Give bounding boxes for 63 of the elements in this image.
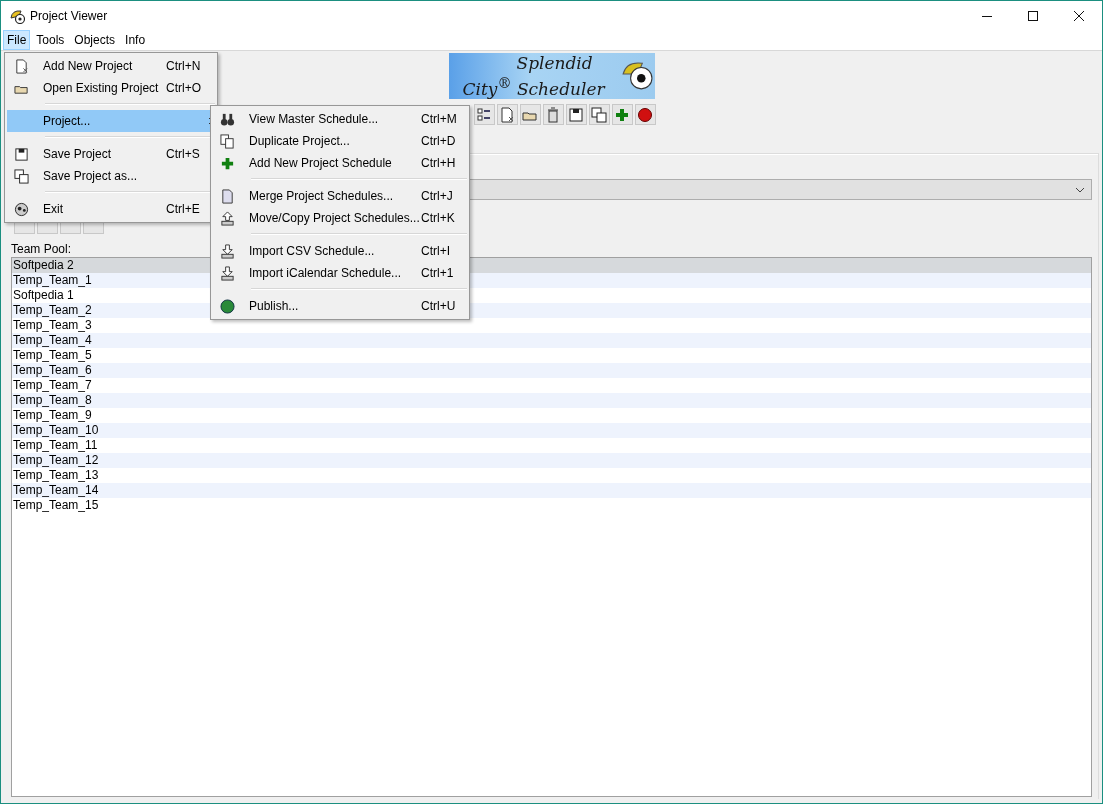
menu-item[interactable]: Move/Copy Project Schedules...Ctrl+K [213, 207, 467, 229]
new-document-icon [499, 106, 515, 123]
team-list-item[interactable]: Softpedia 2 [13, 258, 74, 272]
stop-button[interactable] [634, 104, 656, 125]
document-icon [219, 188, 235, 204]
trash-icon [545, 106, 561, 123]
menu-item[interactable]: Duplicate Project... Ctrl+D [213, 130, 467, 152]
plus-icon [219, 155, 235, 171]
menu-item[interactable]: Add New Project Ctrl+N [7, 55, 215, 77]
logo-text: City$^{®}$ Scheduler [462, 74, 605, 99]
team-list-item[interactable]: Temp_Team_10 [13, 423, 99, 437]
chevron-down-icon [1075, 186, 1085, 193]
team-list-item[interactable]: Temp_Team_4 [13, 333, 92, 347]
folder-button[interactable] [519, 104, 541, 125]
binoculars-icon [219, 111, 235, 127]
team-list-item[interactable]: Temp_Team_12 [13, 453, 99, 467]
menu-bar-item[interactable]: Objects [70, 30, 120, 50]
menu-bar-item[interactable]: Tools [32, 30, 69, 50]
window-title: Project Viewer [30, 8, 108, 23]
maximize-icon[interactable] [1028, 10, 1038, 21]
menu-item[interactable]: Import CSV Schedule... Ctrl+I [213, 240, 467, 262]
menu-bar-item[interactable]: Info [121, 30, 150, 50]
plus-button[interactable] [611, 104, 633, 125]
checklist-button[interactable] [473, 104, 495, 125]
team-list-item[interactable]: Softpedia 1 [13, 288, 74, 302]
team-list-item[interactable]: Temp_Team_9 [13, 408, 92, 422]
download-icon [219, 243, 235, 259]
new-document-button[interactable] [496, 104, 518, 125]
plus-icon [614, 106, 630, 123]
team-list-item[interactable]: Temp_Team_5 [13, 348, 92, 362]
menu-item[interactable]: View Master Schedule... Ctrl+M [213, 108, 467, 130]
team-list-item[interactable]: Temp_Team_6 [13, 363, 92, 377]
team-list-item[interactable]: Temp_Team_14 [13, 483, 99, 497]
menu-item[interactable]: Publish... Ctrl+U [213, 295, 467, 317]
team-list-item[interactable]: Temp_Team_1 [13, 273, 92, 287]
download-icon [219, 265, 235, 281]
floppy-disks-button[interactable] [588, 104, 610, 125]
menu-item[interactable]: Add New Project Schedule Ctrl+H [213, 152, 467, 174]
new-document-icon [13, 58, 29, 74]
team-list-item[interactable]: Temp_Team_2 [13, 303, 92, 317]
team-list-item[interactable]: Temp_Team_15 [13, 498, 99, 512]
team-list-item[interactable]: Temp_Team_13 [13, 468, 99, 482]
logo-text: Splendid [516, 53, 593, 73]
menu-item[interactable]: Import iCalendar Schedule... Ctrl+1 [213, 262, 467, 284]
team-list-item[interactable]: Temp_Team_3 [13, 318, 92, 332]
upload-icon [219, 210, 235, 226]
floppy-disks-icon [13, 168, 29, 184]
menu-item[interactable]: Save Project Ctrl+S [7, 143, 215, 165]
floppy-disks-icon [591, 106, 607, 123]
team-list-item[interactable]: Temp_Team_7 [13, 378, 92, 392]
team-pool-label: Team Pool: [11, 242, 72, 256]
copy-icon [219, 133, 235, 149]
close-icon[interactable] [1074, 10, 1084, 21]
stop-icon [637, 106, 653, 123]
team-list-item[interactable]: Temp_Team_8 [13, 393, 92, 407]
menu-bar-item[interactable]: File [3, 30, 31, 50]
team-list-item[interactable]: Temp_Team_11 [13, 438, 98, 452]
app-icon [9, 7, 25, 24]
floppy-disk-button[interactable] [565, 104, 587, 125]
checklist-icon [476, 106, 492, 123]
trash-button[interactable] [542, 104, 564, 125]
menu-item[interactable]: Open Existing Project Ctrl+O [7, 77, 215, 99]
menu-item[interactable]: Merge Project Schedules... Ctrl+J [213, 185, 467, 207]
